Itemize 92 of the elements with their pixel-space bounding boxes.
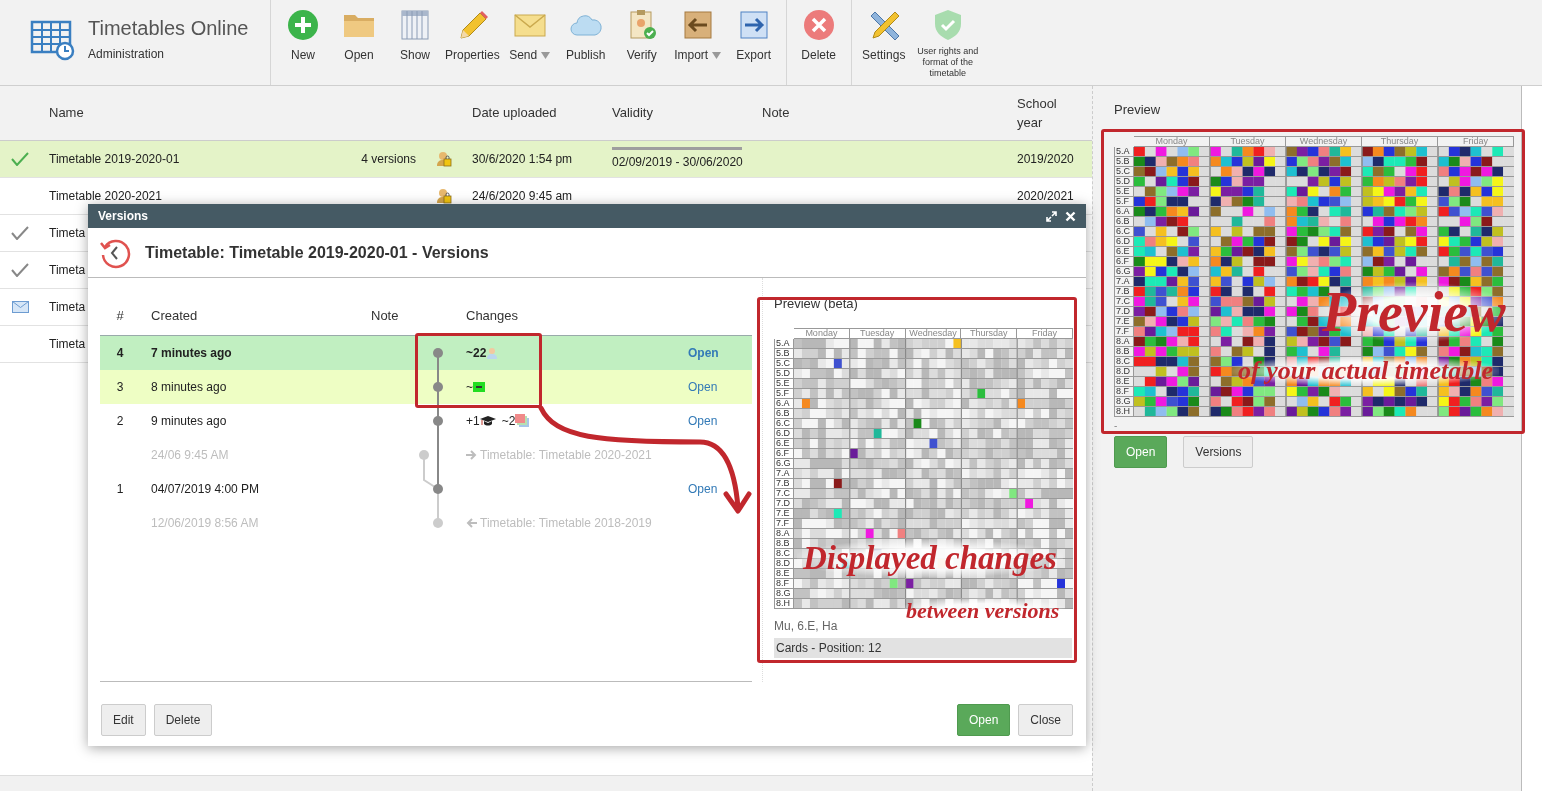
panel-title: Preview [1114,101,1162,119]
column-header: Changes [465,306,520,325]
dialog-button[interactable]: Delete [153,704,213,736]
toolbar-button[interactable]: Import [669,0,726,85]
delete-icon [801,8,836,42]
app-subtitle: Administration [88,45,166,63]
created-time: 7 minutes ago [151,346,232,360]
change-count: ~2 [501,413,516,430]
timetable-logo-icon [30,18,76,61]
school-year: 2019/2020 [1017,151,1074,168]
day-header: Friday [1017,327,1073,339]
timetable-name: Timetable 2019-2020-01 [49,152,180,166]
subject-tag-icon [473,382,485,392]
toolbar-button[interactable]: Verify [613,0,670,85]
toolbar-button[interactable]: Publish [557,0,614,85]
preview-button[interactable]: Versions [1183,435,1254,468]
created-time: 12/06/2019 8:56 AM [151,516,259,530]
column-header: Validity [612,104,654,123]
version-number: 2 [116,414,124,428]
toolbar-button[interactable]: Settings [855,0,912,85]
day-header: Monday [794,327,850,339]
timetable-name: Timeta [49,226,86,240]
version-count: 4 versions [361,152,416,166]
upload-date: 24/6/2020 9:45 am [472,189,573,203]
dialog-heading: Timetable: Timetable 2019-2020-01 - Versions [145,242,489,263]
toolbar-button[interactable]: Send [501,0,558,85]
cards-icon [515,414,531,428]
version-row[interactable]: 1 04/07/2019 4:00 PM Open [100,472,752,506]
dialog-button[interactable]: Edit [101,704,146,736]
graduation-cap-icon [479,415,496,427]
change-count: ~22 [466,345,487,362]
open-link[interactable]: Open [688,346,719,360]
toolbar-button[interactable]: Delete [790,0,847,85]
annotation-text: Displayed changes [797,540,1063,577]
version-row[interactable]: 4 7 minutes ago ~22 Open [100,336,752,370]
day-header: Tuesday [849,327,906,339]
close-icon[interactable] [1065,210,1076,222]
open-link[interactable]: Open [688,482,718,496]
column-header: Date uploaded [472,104,558,123]
person-icon [486,347,499,359]
version-row[interactable]: 2 9 minutes ago +1 ~2 Open [100,404,752,438]
day-header: Tuesday [1210,135,1286,147]
upload-date: 30/6/2020 1:54 pm [472,152,573,166]
toolbar-button[interactable]: Open [331,0,387,85]
day-header: Thursday [961,327,1018,339]
toolbar-button[interactable]: Show [387,0,443,85]
toolbar-button[interactable]: New [275,0,331,85]
toolbar-button[interactable]: Export [725,0,782,85]
toolbar-button[interactable]: Properties [443,0,502,85]
app-title: Timetables Online [88,16,249,39]
column-header: Created [150,306,199,325]
validity-range: 02/09/2019 - 30/06/2020 [612,154,744,171]
status-bar: Cards - Position: 12 [774,637,1072,658]
annotation-text: Preview [1316,282,1512,342]
school-year: 2020/2021 [1017,188,1074,205]
maximize-icon[interactable] [1046,210,1057,222]
column-header: School year [1017,94,1058,132]
change-count: +1 [466,413,480,430]
plus-icon [286,8,320,42]
timetable-name: Timeta [49,300,86,314]
version-number: 3 [116,380,124,394]
created-time: 9 minutes ago [151,414,227,428]
day-header: Monday [1134,135,1210,147]
open-link[interactable]: Open [688,380,718,394]
open-link[interactable]: Open [688,414,718,428]
table-icon [398,8,432,42]
day-header: Wednesday [905,327,962,339]
linked-timetable: Timetable: Timetable 2018-2019 [480,515,652,532]
version-number: 4 [116,346,124,360]
timetable-name: Timetable 2020-2021 [49,189,162,203]
version-row[interactable]: 3 8 minutes ago ~ Open [100,370,752,404]
column-header: Note [370,306,400,325]
day-header: Friday [1438,135,1514,147]
column-header: Note [762,104,791,123]
day-header: Thursday [1362,135,1438,147]
timetable-name: Timeta [49,337,86,351]
timetable-name: Timeta [49,263,86,277]
column-header: # [115,306,125,325]
column-header: Name [49,104,85,123]
horizontal-scrollbar[interactable] [0,775,1092,791]
preview-caption: - [1114,419,1119,432]
selection-info: Mu, 6.E, Ha [774,617,839,635]
linked-timetable: Timetable: Timetable 2020-2021 [480,447,652,464]
toolbar-button[interactable]: User rights and format of the timetable [911,0,984,85]
created-time: 24/06 9:45 AM [151,448,229,462]
dialog-button[interactable]: Close [1018,704,1073,736]
table-row[interactable]: Timetable 2019-2020-01 4 versions 30/6/2020 1:54 pm 02/09/2019 - 30/06/2020 2019/2020 [0,141,1092,178]
day-header: Wednesday [1286,135,1362,147]
created-time: 04/07/2019 4:00 PM [151,482,260,496]
version-number: 1 [116,482,124,496]
change-count: ~ [466,379,473,396]
created-time: 8 minutes ago [151,380,227,394]
